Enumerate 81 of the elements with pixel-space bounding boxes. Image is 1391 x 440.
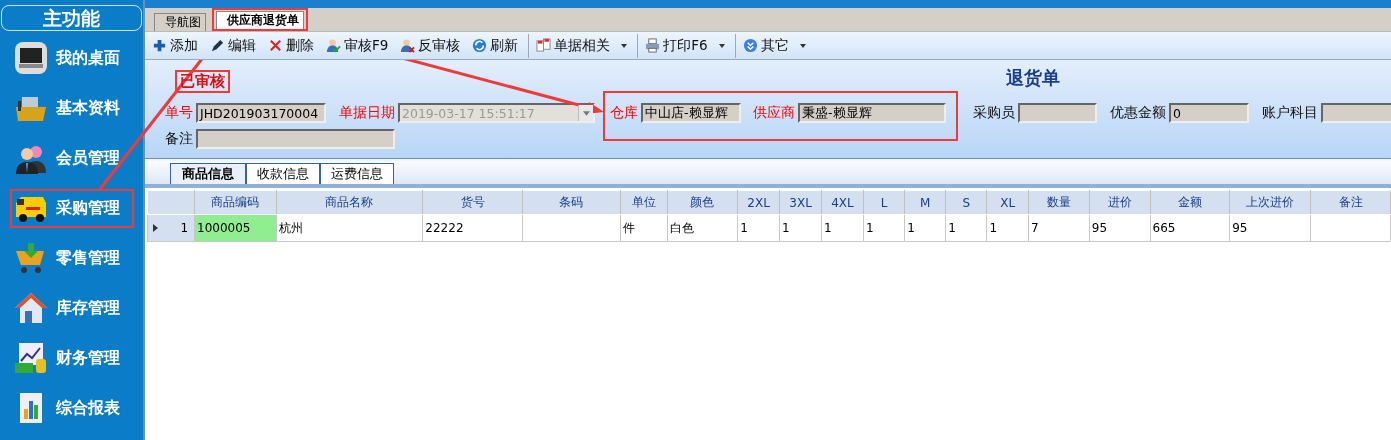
row-header[interactable]: 1 [147, 214, 195, 242]
input-field[interactable] [196, 129, 395, 149]
toolbar-button[interactable]: 删除 [263, 33, 319, 58]
field-label: 优惠金额 [1110, 104, 1166, 122]
toolbar-button[interactable]: 反审核 [395, 33, 466, 58]
column-header[interactable]: 2XL [737, 190, 780, 215]
sidebar-item[interactable]: 基本资料 [12, 91, 120, 125]
cross-icon [268, 38, 283, 53]
field-label: 账户科目 [1262, 104, 1318, 122]
column-header[interactable]: L [863, 190, 905, 215]
monitor-icon [14, 41, 48, 75]
table-cell: 665 [1150, 214, 1230, 242]
tab[interactable]: 导航图 [154, 13, 206, 31]
input-field[interactable] [1018, 103, 1097, 123]
field-label: 单据日期 [339, 104, 395, 122]
column-header[interactable]: 条码 [522, 190, 621, 215]
printer-icon [645, 38, 661, 53]
field-label: 采购员 [973, 104, 1015, 122]
field-label: 备注 [165, 130, 193, 148]
toolbar-button[interactable]: 其它 [734, 33, 811, 58]
refresh-icon [472, 38, 488, 53]
table-cell: 1000005 [194, 214, 277, 242]
column-header[interactable]: 上次进价 [1229, 190, 1311, 215]
form-title: 退货单 [1006, 66, 1060, 90]
field-label: 供应商 [753, 104, 795, 122]
caret-icon [621, 43, 628, 48]
table-cell: 杭州 [276, 214, 423, 242]
sidebar-item[interactable]: 会员管理 [12, 141, 120, 175]
column-header[interactable]: 货号 [422, 190, 523, 215]
column-header[interactable]: 4XL [821, 190, 864, 215]
tab[interactable]: 商品信息 [170, 163, 246, 184]
column-header[interactable]: 备注 [1310, 190, 1391, 215]
toolbar-button[interactable]: 打印F6 [637, 33, 730, 58]
column-header[interactable]: 商品名称 [276, 190, 423, 215]
field-label: 仓库 [610, 104, 638, 122]
column-header[interactable]: M [904, 190, 946, 215]
caret-icon [718, 43, 725, 48]
field-label: 单号 [165, 104, 193, 122]
tab[interactable]: 运费信息 [320, 163, 394, 184]
sidebar-item[interactable]: 财务管理 [12, 341, 120, 375]
column-header[interactable]: XL [987, 190, 1029, 215]
toolbar-button[interactable]: 添加 [147, 33, 203, 58]
table-cell: 95 [1229, 214, 1311, 242]
user-check-icon [326, 38, 341, 53]
pencil-icon [210, 38, 225, 53]
column-header[interactable]: 商品编码 [194, 190, 277, 215]
sidebar-item[interactable]: 我的桌面 [12, 41, 120, 75]
column-header[interactable]: 金额 [1150, 190, 1230, 215]
sidebar-item[interactable]: 采购管理 [12, 191, 120, 225]
toolbar-button[interactable]: 审核F9 [321, 33, 394, 58]
column-header[interactable]: 数量 [1028, 190, 1090, 215]
toolbar-button[interactable]: 刷新 [467, 33, 524, 58]
sidebar-item[interactable]: 零售管理 [12, 241, 120, 275]
chevron-icon [742, 38, 758, 53]
column-header[interactable]: S [945, 190, 987, 215]
column-header[interactable]: 3XL [779, 190, 822, 215]
table-cell: 22222 [422, 214, 523, 242]
table-cell: 白色 [667, 214, 738, 242]
current-row-icon [153, 224, 158, 232]
sidebar-title: 主功能 [1, 5, 142, 31]
money-chart-icon [14, 341, 48, 375]
tab[interactable]: 收款信息 [246, 163, 320, 184]
input-field[interactable]: JHD201903170004 [196, 103, 326, 123]
tab[interactable]: 供应商退货单 [216, 11, 304, 29]
house-icon [14, 291, 48, 325]
column-header[interactable]: 颜色 [667, 190, 738, 215]
input-field[interactable] [1321, 103, 1391, 123]
input-field[interactable]: 0 [1169, 103, 1249, 123]
column-header[interactable]: 单位 [620, 190, 668, 215]
plus-icon [152, 38, 167, 53]
document-icon [536, 38, 552, 53]
column-header[interactable]: 进价 [1089, 190, 1151, 215]
toolbar-button[interactable]: 编辑 [205, 33, 261, 58]
caret-icon [799, 43, 806, 48]
user-cross-icon [400, 38, 416, 53]
input-field[interactable]: 秉盛-赖显辉 [798, 103, 946, 123]
toolbar-button[interactable]: 单据相关 [528, 33, 633, 58]
sidebar-item[interactable]: 综合报表 [12, 391, 120, 425]
sidebar-item[interactable]: 库存管理 [12, 291, 120, 325]
input-field[interactable]: 中山店-赖显辉 [641, 103, 741, 123]
caret-icon [582, 110, 590, 116]
